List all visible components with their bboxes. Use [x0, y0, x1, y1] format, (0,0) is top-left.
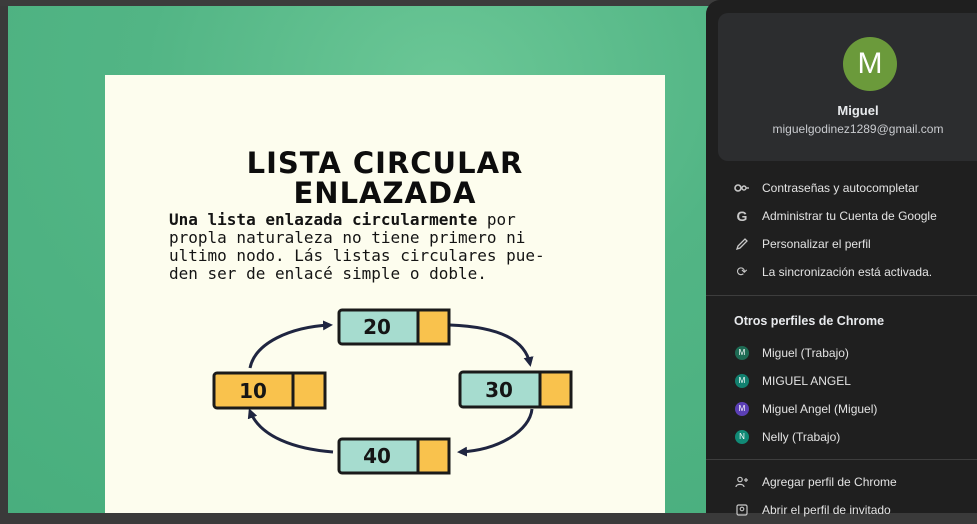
profile-item-miguel-trabajo[interactable]: M Miguel (Trabajo) [706, 339, 977, 367]
slide[interactable]: LISTA CIRCULAR ENLAZADA Una lista enlaza… [105, 75, 665, 513]
menu-item-passwords[interactable]: Contraseñas y autocompletar [706, 174, 977, 202]
other-profiles-title: Otros perfiles de Chrome [734, 314, 885, 328]
account-card: M Miguel miguelgodinez1289@gmail.com [718, 13, 977, 161]
key-icon [734, 180, 750, 196]
add-profile-button[interactable]: Agregar perfil de Chrome [706, 468, 977, 496]
arrow-30-to-40 [457, 408, 534, 457]
profile-avatar: M [735, 374, 749, 388]
menu-item-customize-profile[interactable]: Personalizar el perfil [706, 230, 977, 258]
profile-item-label: MIGUEL ANGEL [762, 374, 851, 388]
profile-item-label: Miguel Angel (Miguel) [762, 402, 878, 416]
chrome-profile-menu: M Miguel miguelgodinez1289@gmail.com Con… [706, 0, 977, 517]
node-label-20: 20 [363, 315, 391, 339]
profile-item-nelly-trabajo[interactable]: N Nelly (Trabajo) [706, 423, 977, 451]
menu-item-label: La sincronización está activada. [762, 265, 933, 279]
pencil-icon [734, 236, 750, 252]
menu-item-google-account[interactable]: G Administrar tu Cuenta de Google [706, 202, 977, 230]
menu-item-label: Administrar tu Cuenta de Google [762, 209, 937, 223]
arrow-40-to-10 [247, 408, 334, 454]
add-person-icon [734, 474, 750, 490]
profile-item-label: Nelly (Trabajo) [762, 430, 841, 444]
profile-name: Miguel [837, 103, 879, 118]
node-20: 20 [337, 308, 451, 346]
profile-email: miguelgodinez1289@gmail.com [772, 122, 944, 136]
profile-item-label: Miguel (Trabajo) [762, 346, 849, 360]
guest-icon [734, 502, 750, 518]
menu-item-sync[interactable]: ⟳ La sincronización está activada. [706, 258, 977, 286]
google-icon: G [736, 208, 748, 224]
avatar[interactable]: M [843, 37, 897, 91]
node-label-30: 30 [485, 378, 513, 402]
menu-item-label: Personalizar el perfil [762, 237, 871, 251]
node-40: 40 [337, 437, 451, 475]
profile-item-miguel-angel-miguel[interactable]: M Miguel Angel (Miguel) [706, 395, 977, 423]
divider [706, 295, 977, 296]
profile-avatar: N [735, 430, 749, 444]
guest-profile-label: Abrir el perfil de invitado [762, 503, 891, 517]
add-profile-label: Agregar perfil de Chrome [762, 475, 897, 489]
arrow-10-to-20 [248, 320, 333, 369]
profile-avatar: M [735, 402, 749, 416]
node-10: 10 [212, 371, 327, 410]
node-label-40: 40 [363, 444, 391, 468]
menu-item-label: Contraseñas y autocompletar [762, 181, 919, 195]
profile-avatar: M [735, 346, 749, 360]
node-30: 30 [458, 370, 573, 409]
divider [706, 459, 977, 460]
sync-icon: ⟳ [736, 264, 748, 279]
profile-item-miguel-angel[interactable]: M MIGUEL ANGEL [706, 367, 977, 395]
circular-list-diagram: 20 30 40 10 [212, 308, 573, 475]
arrow-20-to-30 [449, 323, 534, 367]
guest-profile-button[interactable]: Abrir el perfil de invitado [706, 496, 977, 524]
node-label-10: 10 [239, 379, 267, 403]
